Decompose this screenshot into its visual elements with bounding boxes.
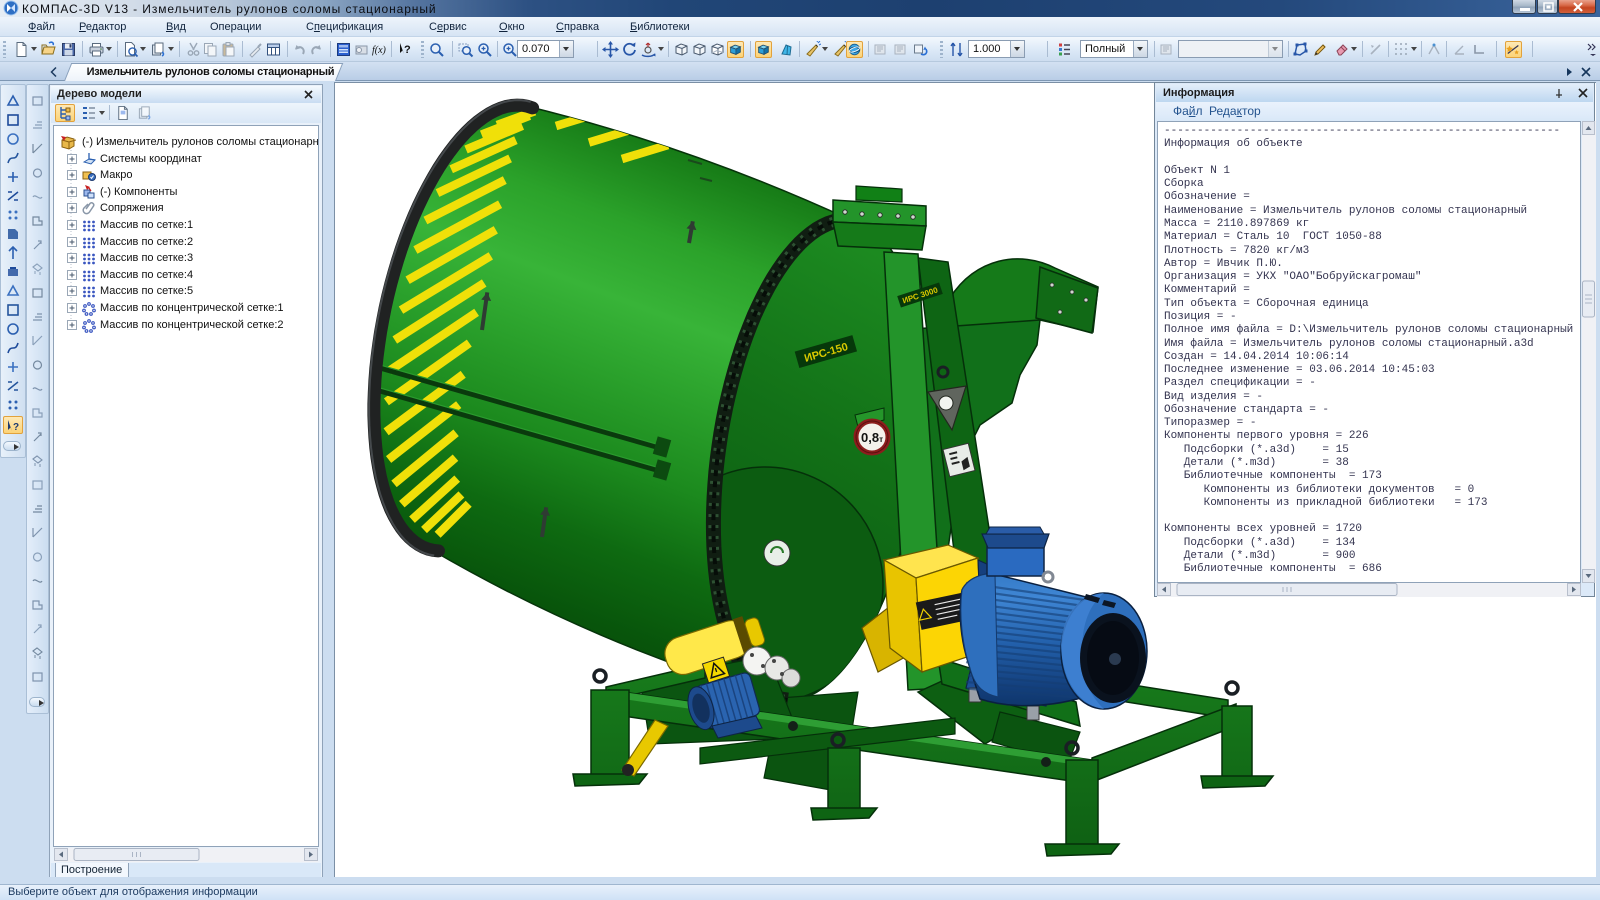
svg-text:?: ? — [404, 44, 411, 56]
svg-text:f(x): f(x) — [372, 45, 387, 56]
svg-text:?: ? — [13, 422, 19, 433]
